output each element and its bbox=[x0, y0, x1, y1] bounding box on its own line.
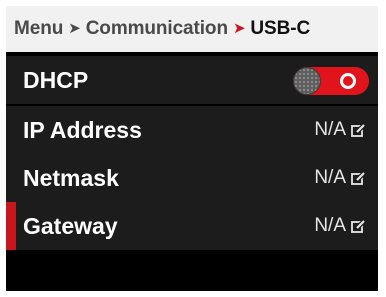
gateway-value: N/A bbox=[314, 215, 346, 236]
edit-icon[interactable] bbox=[351, 122, 366, 138]
screen: Menu ➤ Communication ➤ USB-C DHCP IP Add… bbox=[6, 6, 378, 291]
ip-address-value-group: N/A bbox=[314, 106, 366, 154]
edit-icon[interactable] bbox=[351, 170, 366, 186]
netmask-row[interactable]: Netmask N/A bbox=[6, 154, 378, 202]
power-on-icon bbox=[340, 73, 356, 89]
netmask-label: Netmask bbox=[23, 165, 119, 191]
breadcrumb-item-communication[interactable]: Communication bbox=[86, 18, 228, 40]
ip-address-row[interactable]: IP Address N/A bbox=[6, 106, 378, 154]
dhcp-row[interactable]: DHCP bbox=[6, 56, 378, 104]
edit-icon[interactable] bbox=[351, 218, 366, 234]
netmask-value-group: N/A bbox=[314, 154, 366, 202]
gateway-value-group: N/A bbox=[314, 202, 366, 250]
chevron-right-icon: ➤ bbox=[68, 20, 81, 37]
ip-address-label: IP Address bbox=[23, 117, 142, 143]
dhcp-label: DHCP bbox=[23, 67, 89, 93]
breadcrumb: Menu ➤ Communication ➤ USB-C bbox=[6, 6, 378, 52]
ip-address-value: N/A bbox=[314, 119, 346, 140]
gateway-row[interactable]: Gateway N/A bbox=[6, 202, 378, 250]
toggle-knob bbox=[293, 67, 321, 95]
breadcrumb-item-menu[interactable]: Menu bbox=[14, 18, 63, 40]
gateway-label: Gateway bbox=[23, 213, 118, 239]
chevron-right-icon: ➤ bbox=[232, 20, 246, 37]
breadcrumb-item-current: USB-C bbox=[250, 18, 311, 39]
netmask-value: N/A bbox=[314, 167, 346, 188]
dhcp-toggle[interactable] bbox=[293, 67, 369, 95]
selection-indicator bbox=[6, 202, 16, 250]
